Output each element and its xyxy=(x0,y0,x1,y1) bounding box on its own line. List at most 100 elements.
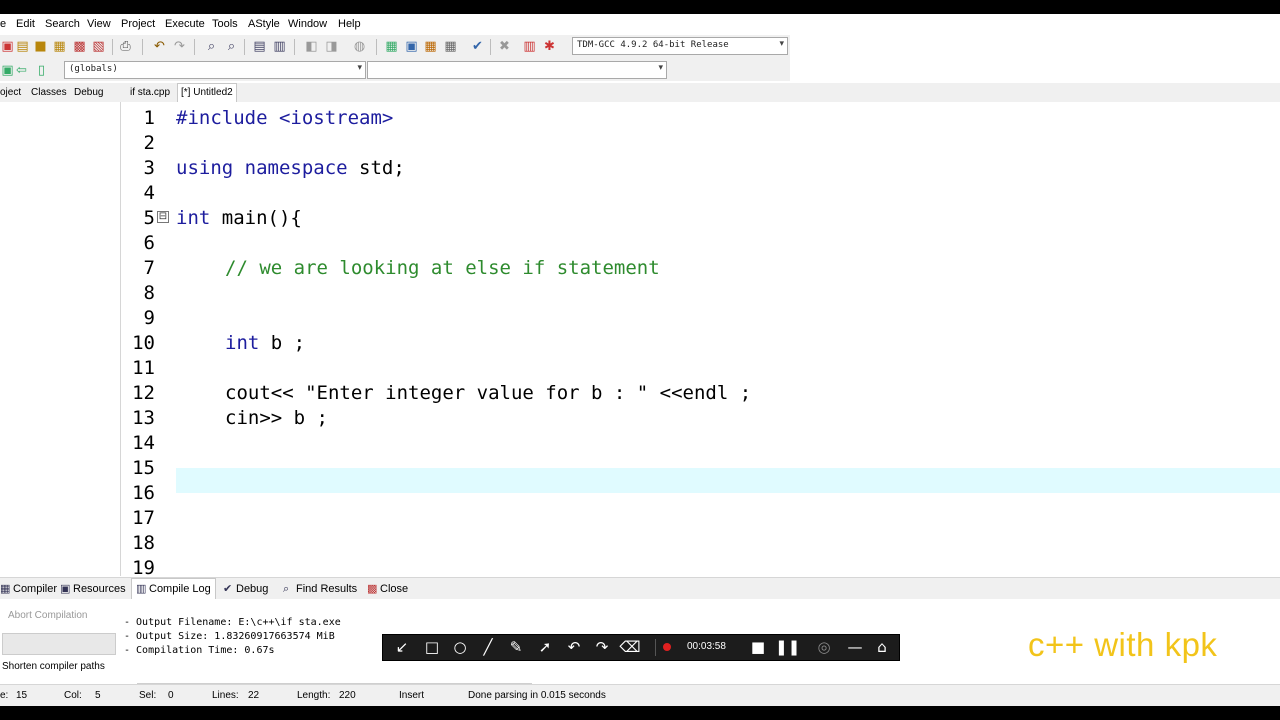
close-all-icon[interactable]: ▧ xyxy=(91,39,106,54)
home-icon[interactable]: ⌂ xyxy=(871,637,893,657)
goto-definition-icon[interactable]: ▯ xyxy=(34,63,49,78)
goto-left-icon[interactable]: ◧ xyxy=(304,39,319,54)
webcam-icon[interactable]: ◎ xyxy=(813,637,835,657)
undo-icon[interactable]: ↶ xyxy=(563,637,585,657)
chevron-down-icon: ▾ xyxy=(658,63,663,73)
minimize-icon[interactable]: — xyxy=(844,637,866,657)
code-editor[interactable]: 1 2 3 4 5 6 7 8 9 10 11 12 13 14 15 16 1… xyxy=(121,102,1280,576)
line-number: 16 xyxy=(132,482,155,504)
status-message: Done parsing in 0.015 seconds xyxy=(468,690,606,701)
line-number: 5 xyxy=(143,207,155,229)
code-token: std; xyxy=(347,157,405,179)
tab-project[interactable]: oject xyxy=(0,83,24,102)
line-number: 18 xyxy=(132,532,155,554)
rectangle-tool-icon[interactable]: □ xyxy=(421,637,443,657)
rebuild-icon[interactable]: ▦ xyxy=(443,39,458,54)
code-line-10: int b ; xyxy=(225,332,305,354)
circle-tool-icon[interactable]: ○ xyxy=(449,637,471,657)
line-number: 9 xyxy=(143,307,155,329)
run-icon[interactable]: ▣ xyxy=(404,39,419,54)
menu-edit[interactable]: Edit xyxy=(16,18,35,30)
line-number: 3 xyxy=(143,157,155,179)
save-all-icon[interactable]: ▦ xyxy=(52,39,67,54)
eraser-icon[interactable]: ⌫ xyxy=(619,637,641,657)
compiler-select[interactable]: TDM-GCC 4.9.2 64-bit Release ▾ xyxy=(572,37,788,55)
line-tool-icon[interactable]: ╱ xyxy=(477,637,499,657)
shorten-paths-checkbox[interactable]: Shorten compiler paths xyxy=(2,661,105,672)
tab-file-if-sta[interactable]: if sta.cpp xyxy=(127,83,173,102)
unindent-icon[interactable]: ▥ xyxy=(272,39,287,54)
line-number-gutter: 1 2 3 4 5 6 7 8 9 10 11 12 13 14 15 16 1… xyxy=(121,102,157,576)
menu-tools[interactable]: Tools xyxy=(212,18,238,30)
chart-icon[interactable]: ▥ xyxy=(522,39,537,54)
goto-declaration-icon[interactable]: ⇦ xyxy=(14,63,29,78)
indent-icon[interactable]: ▤ xyxy=(252,39,267,54)
menu-file[interactable]: e xyxy=(0,18,6,30)
code-line-5: int main(){ xyxy=(176,207,302,229)
log-line: - Output Filename: E:\c++\if sta.exe xyxy=(124,617,341,628)
tab-debug-output[interactable]: ✔ Debug xyxy=(223,582,268,595)
tab-resources[interactable]: ▣ Resources xyxy=(60,582,126,595)
tab-debug[interactable]: Debug xyxy=(71,83,106,102)
menu-view[interactable]: View xyxy=(87,18,111,30)
line-number: 17 xyxy=(132,507,155,529)
status-lines-value: 22 xyxy=(248,690,260,701)
recording-indicator-icon xyxy=(663,643,671,651)
code-line-3: using namespace std; xyxy=(176,157,405,179)
keyword-token: using namespace xyxy=(176,157,348,179)
status-sel-label: Sel: xyxy=(139,690,157,701)
symbol-select[interactable]: ▾ xyxy=(367,61,667,79)
find-icon[interactable]: ⌕ xyxy=(204,39,219,54)
print-icon[interactable]: ⎙ xyxy=(118,39,133,54)
menu-help[interactable]: Help xyxy=(338,18,361,30)
pause-recording-icon[interactable]: ❚❚ xyxy=(775,637,800,657)
stop-recording-icon[interactable]: ■ xyxy=(747,637,769,657)
replace-icon[interactable]: ⌕ xyxy=(224,39,239,54)
status-col-label: Col: xyxy=(64,690,82,701)
line-number: 11 xyxy=(132,357,155,379)
class-browser-icon[interactable]: ▣ xyxy=(0,63,15,78)
abort-compilation-button[interactable]: Abort Compilation xyxy=(2,607,118,625)
open-file-icon[interactable]: ▤ xyxy=(15,39,30,54)
line-number: 19 xyxy=(132,557,155,576)
undo-icon[interactable]: ↶ xyxy=(152,39,167,54)
current-line-highlight xyxy=(176,468,1280,493)
new-file-icon[interactable]: ▣ xyxy=(0,39,15,54)
compile-run-icon[interactable]: ▦ xyxy=(423,39,438,54)
menu-execute[interactable]: Execute xyxy=(165,18,205,30)
menu-search[interactable]: Search xyxy=(45,18,80,30)
fold-toggle-icon[interactable]: ⊟ xyxy=(157,211,169,223)
line-number: 6 xyxy=(143,232,155,254)
stop-icon[interactable]: ✖ xyxy=(497,39,512,54)
bookmark-icon[interactable]: ◍ xyxy=(352,39,367,54)
menu-astyle[interactable]: AStyle xyxy=(248,18,280,30)
syntax-check-icon[interactable]: ✔ xyxy=(470,39,485,54)
status-line-label: e: xyxy=(0,690,9,701)
class-toolbar: ▣ ⇦ ▯ (globals) ▾ ▾ xyxy=(0,59,790,81)
goto-right-icon[interactable]: ◨ xyxy=(324,39,339,54)
tab-file-untitled2[interactable]: [*] Untitled2 xyxy=(177,83,237,103)
redo-icon[interactable]: ↷ xyxy=(591,637,613,657)
tab-compile-log[interactable]: ▥ Compile Log xyxy=(131,578,216,600)
line-number: 14 xyxy=(132,432,155,454)
tab-find-results[interactable]: ⌕ Find Results xyxy=(283,582,357,596)
code-line-12: cout<< "Enter integer value for b : " <<… xyxy=(225,382,752,404)
redo-icon[interactable]: ↷ xyxy=(172,39,187,54)
app-window: e Edit Search View Project Execute Tools… xyxy=(0,14,1280,706)
line-number: 4 xyxy=(143,182,155,204)
scope-select[interactable]: (globals) ▾ xyxy=(64,61,366,79)
menu-window[interactable]: Window xyxy=(288,18,327,30)
tab-close[interactable]: ▩ Close xyxy=(367,582,408,595)
save-icon[interactable]: ■ xyxy=(33,39,48,54)
close-file-icon[interactable]: ▩ xyxy=(72,39,87,54)
pen-tool-icon[interactable]: ✎ xyxy=(505,637,527,657)
menu-project[interactable]: Project xyxy=(121,18,155,30)
code-line-7: // we are looking at else if statement xyxy=(225,257,660,279)
tab-classes[interactable]: Classes xyxy=(28,83,70,102)
arrow-tool-icon[interactable]: ↙ xyxy=(391,637,413,657)
debug-icon[interactable]: ✱ xyxy=(542,39,557,54)
tab-compiler[interactable]: ▦ Compiler xyxy=(0,582,57,595)
compile-icon[interactable]: ▦ xyxy=(384,39,399,54)
recording-time: 00:03:58 xyxy=(687,641,726,652)
pointer-tool-icon[interactable]: ➚ xyxy=(534,637,556,657)
